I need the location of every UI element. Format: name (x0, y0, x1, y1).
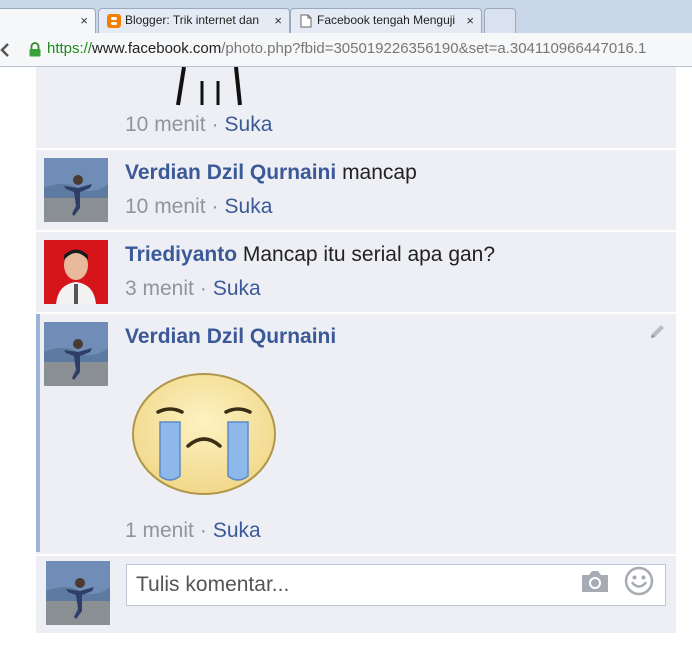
avatar[interactable] (44, 240, 108, 304)
separator-dot: · (199, 277, 207, 300)
comment-time[interactable]: 3 menit (125, 277, 194, 300)
comment-meta: 1 menit · Suka (125, 519, 261, 543)
browser-tab-facebook[interactable]: Facebook tengah Menguji × (290, 8, 482, 33)
smiley-icon[interactable] (624, 566, 654, 596)
comments-panel: 10 menit · Suka Verdian Dzil Qurnaini manc… (36, 67, 676, 633)
avatar-photo-verdian (44, 158, 108, 222)
comment-text: mancap (342, 161, 417, 184)
comment-time[interactable]: 10 menit (125, 195, 206, 218)
like-link[interactable]: Suka (225, 195, 273, 218)
comment-meta: 10 menit · Suka (125, 113, 272, 137)
avatar-photo-triediyanto (44, 240, 108, 304)
author-name[interactable]: Verdian Dzil Qurnaini (125, 161, 336, 184)
blogger-icon (107, 14, 121, 28)
avatar-photo-verdian (44, 322, 108, 386)
edit-pencil-icon[interactable] (648, 323, 666, 341)
url-scheme: https:// (47, 40, 93, 57)
avatar[interactable] (44, 158, 108, 222)
new-tab-button[interactable] (484, 8, 516, 33)
comment-divider (36, 554, 676, 556)
comment-author[interactable]: Verdian Dzil Qurnaini (125, 325, 336, 349)
crying-face-sticker (132, 373, 276, 495)
own-avatar (46, 561, 110, 625)
comment-author[interactable]: Verdian Dzil Qurnaini mancap (125, 161, 417, 185)
comment-divider (36, 230, 676, 232)
author-name[interactable]: Triediyanto (125, 243, 237, 266)
back-arrow-icon[interactable] (0, 41, 14, 59)
lock-icon (29, 42, 41, 57)
tab-title: Blogger: Trik internet dan (125, 13, 260, 27)
camera-icon[interactable] (580, 568, 610, 594)
comment-composer: Tulis komentar... (36, 559, 676, 633)
tab-title: Facebook tengah Menguji (317, 13, 456, 27)
like-link[interactable]: Suka (225, 113, 273, 136)
browser-toolbar: https://www.facebook.com/photo.php?fbid=… (0, 33, 692, 67)
like-link[interactable]: Suka (213, 277, 261, 300)
browser-tab-strip: × Blogger: Trik internet dan × Facebook … (0, 0, 692, 33)
avatar[interactable] (44, 322, 108, 386)
comment-author[interactable]: Triediyanto Mancap itu serial apa gan? (125, 243, 495, 267)
url-path: /photo.php?fbid=305019226356190&set=a.30… (221, 40, 647, 57)
stick-figure-sticker (176, 67, 242, 106)
like-link[interactable]: Suka (213, 519, 261, 542)
comment-meta: 3 menit · Suka (125, 277, 261, 301)
browser-tab-active[interactable]: × (0, 8, 96, 33)
url-host: www.facebook.com (92, 40, 222, 57)
browser-tab-blogger[interactable]: Blogger: Trik internet dan × (98, 8, 290, 33)
close-tab-icon[interactable]: × (466, 9, 474, 32)
comment-divider (36, 148, 676, 150)
author-name[interactable]: Verdian Dzil Qurnaini (125, 325, 336, 348)
address-bar[interactable]: https://www.facebook.com/photo.php?fbid=… (47, 40, 646, 58)
separator-dot: · (211, 113, 219, 136)
avatar-photo-verdian (46, 561, 110, 625)
separator-dot: · (199, 519, 207, 542)
comment-meta: 10 menit · Suka (125, 195, 272, 219)
comment-divider (36, 312, 676, 314)
comment-text: Mancap itu serial apa gan? (242, 243, 496, 266)
page-icon (300, 14, 312, 28)
close-tab-icon[interactable]: × (80, 9, 88, 32)
comment-time[interactable]: 10 menit (125, 113, 206, 136)
new-comment-highlight (36, 314, 40, 552)
comment-time[interactable]: 1 menit (125, 519, 194, 542)
close-tab-icon[interactable]: × (274, 9, 282, 32)
separator-dot: · (211, 195, 219, 218)
